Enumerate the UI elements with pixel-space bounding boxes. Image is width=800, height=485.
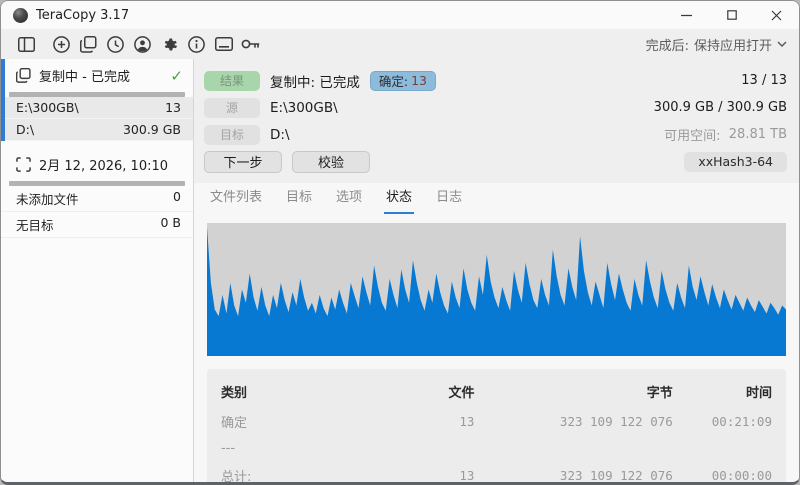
verify-button[interactable]: 校验 — [292, 150, 370, 173]
size-progress: 300.9 GB / 300.9 GB — [653, 100, 787, 115]
stats-row-confirmed: 确定 13 323 109 122 076 00:21:09 — [221, 414, 772, 431]
maximize-button[interactable] — [709, 1, 754, 29]
target-corners-icon — [16, 157, 31, 172]
operation-status: 复制中: 已完成 — [270, 74, 360, 91]
history-icon[interactable] — [102, 31, 129, 57]
target-path: D:\ — [270, 126, 290, 143]
tab-log[interactable]: 日志 — [434, 186, 464, 214]
col-category: 类别 — [221, 386, 248, 401]
task-target-row: 无目标 0 B — [1, 212, 193, 238]
settings-gear-icon[interactable] — [156, 31, 183, 57]
task-files-row: 未添加文件 0 — [1, 186, 193, 212]
next-button[interactable]: 下一步 — [204, 150, 282, 173]
key-icon[interactable] — [237, 31, 264, 57]
license-card-icon[interactable] — [210, 31, 237, 57]
window-title: TeraCopy 3.17 — [36, 7, 130, 23]
sidebar-toggle-icon[interactable] — [13, 31, 40, 57]
hash-algorithm-button[interactable]: xxHash3-64 — [684, 151, 787, 172]
source-path: E:\300GB\ — [270, 99, 338, 116]
add-icon[interactable] — [48, 31, 75, 57]
task-title: 复制中 - 已完成 — [39, 70, 130, 85]
app-logo-icon — [13, 7, 28, 23]
operation-header: 结果 复制中: 已完成 确定: 13 13 / 13 源 E:\300GB\ 30… — [194, 59, 799, 183]
toolbar: 完成后: 保持应用打开 — [1, 29, 799, 59]
files-progress: 13 / 13 — [741, 73, 787, 88]
account-icon[interactable] — [129, 31, 156, 57]
confirmed-badge[interactable]: 确定: 13 — [369, 70, 436, 91]
close-button[interactable] — [754, 1, 799, 29]
col-bytes: 字节 — [646, 386, 673, 401]
teracopy-window: TeraCopy 3.17 完成后: 保持应用打开 复制中 - 已完成 ✓ E:… — [0, 0, 800, 485]
stats-header-row: 类别 文件 字节 时间 — [221, 377, 772, 408]
task-separator — [1, 141, 193, 148]
copy-icon[interactable] — [75, 31, 102, 57]
task-item-current[interactable]: 复制中 - 已完成 ✓ E:\300GB\ 13 D:\ 300.9 GB — [1, 59, 193, 141]
speed-chart — [207, 223, 786, 356]
titlebar: TeraCopy 3.17 — [1, 1, 799, 29]
col-files: 文件 — [448, 386, 475, 401]
target-pill[interactable]: 目标 — [204, 124, 260, 145]
task-title: 2月 12, 2026, 10:10 — [39, 159, 169, 174]
sidebar: 复制中 - 已完成 ✓ E:\300GB\ 13 D:\ 300.9 GB 2月… — [1, 59, 194, 482]
stats-row-divider: --- — [221, 441, 236, 456]
tab-file-list[interactable]: 文件列表 — [208, 186, 264, 214]
tab-target[interactable]: 目标 — [284, 186, 314, 214]
speed-chart-svg — [207, 226, 786, 356]
stats-table: 类别 文件 字节 时间 确定 13 323 109 122 076 00:21:… — [207, 369, 786, 485]
after-finish-value: 保持应用打开 — [693, 38, 772, 54]
stats-row-total: 总计: 13 323 109 122 076 00:00:00 — [221, 468, 772, 485]
source-pill[interactable]: 源 — [204, 97, 260, 118]
after-finish-dropdown[interactable]: 完成后: 保持应用打开 — [646, 35, 787, 54]
chevron-down-icon — [777, 41, 787, 47]
result-pill[interactable]: 结果 — [204, 70, 260, 91]
tab-options[interactable]: 选项 — [334, 186, 364, 214]
tab-bar: 文件列表 目标 选项 状态 日志 — [194, 183, 799, 214]
copy-icon — [16, 68, 31, 83]
minimize-button[interactable] — [664, 1, 709, 29]
task-item-new[interactable]: 2月 12, 2026, 10:10 未添加文件 0 无目标 0 B — [1, 148, 193, 238]
tab-status[interactable]: 状态 — [384, 186, 415, 214]
task-done-check-icon: ✓ — [170, 66, 183, 85]
task-source-row: E:\300GB\ 13 — [1, 97, 193, 119]
info-icon[interactable] — [183, 31, 210, 57]
task-target-row: D:\ 300.9 GB — [1, 119, 193, 141]
col-time: 时间 — [745, 386, 772, 401]
after-finish-label: 完成后: — [645, 38, 689, 54]
free-space: 可用空间: 28.81 TB — [664, 127, 787, 144]
status-panel: 类别 文件 字节 时间 确定 13 323 109 122 076 00:21:… — [194, 214, 799, 482]
